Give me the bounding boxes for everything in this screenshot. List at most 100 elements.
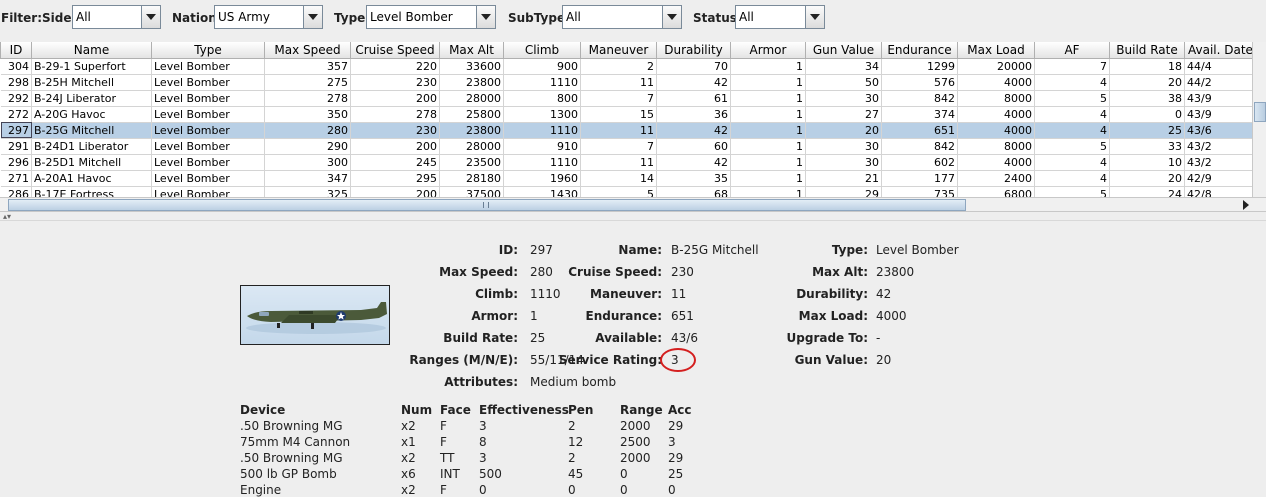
table-cell[interactable]: 295 <box>351 170 440 186</box>
side-dropdown[interactable]: All <box>72 5 161 29</box>
table-cell[interactable]: 1 <box>731 90 806 106</box>
table-cell[interactable]: 1 <box>731 170 806 186</box>
table-cell[interactable]: 297 <box>1 122 32 138</box>
table-cell[interactable]: 7 <box>581 138 657 154</box>
table-cell[interactable]: 42 <box>657 74 731 90</box>
table-cell[interactable]: B-25G Mitchell <box>32 122 152 138</box>
table-cell[interactable]: 910 <box>504 138 581 154</box>
table-cell[interactable]: 5 <box>1035 90 1110 106</box>
table-cell[interactable]: Level Bomber <box>152 122 265 138</box>
table-cell[interactable]: 275 <box>265 74 351 90</box>
table-cell[interactable]: 30 <box>806 90 882 106</box>
table-cell[interactable]: 651 <box>882 122 958 138</box>
status-dropdown[interactable]: All <box>735 5 825 29</box>
table-cell[interactable]: 200 <box>351 90 440 106</box>
table-cell[interactable]: Level Bomber <box>152 106 265 122</box>
table-cell[interactable]: 8000 <box>958 138 1035 154</box>
column-header[interactable]: Armor <box>731 42 806 58</box>
table-row[interactable]: 271A-20A1 HavocLevel Bomber3472952818019… <box>1 170 1266 186</box>
table-cell[interactable]: 4 <box>1035 106 1110 122</box>
table-cell[interactable]: 177 <box>882 170 958 186</box>
table-cell[interactable]: 278 <box>265 90 351 106</box>
table-cell[interactable]: Level Bomber <box>152 58 265 74</box>
table-cell[interactable]: 21 <box>806 170 882 186</box>
table-cell[interactable]: 290 <box>265 138 351 154</box>
column-header[interactable]: Maneuver <box>581 42 657 58</box>
table-row[interactable]: 297B-25G MitchellLevel Bomber28023023800… <box>1 122 1266 138</box>
table-cell[interactable]: 357 <box>265 58 351 74</box>
table-cell[interactable]: 1 <box>731 154 806 170</box>
column-header[interactable]: ID <box>1 42 32 58</box>
table-cell[interactable]: 4 <box>1035 170 1110 186</box>
table-cell[interactable]: 43/2 <box>1185 138 1261 154</box>
table-cell[interactable]: 2 <box>581 58 657 74</box>
chevron-down-icon[interactable] <box>141 6 160 28</box>
table-cell[interactable]: 280 <box>265 122 351 138</box>
table-cell[interactable]: 42 <box>657 122 731 138</box>
table-cell[interactable]: 4000 <box>958 122 1035 138</box>
horizontal-scroll-thumb[interactable] <box>8 199 966 211</box>
table-cell[interactable]: 10 <box>1110 154 1185 170</box>
table-cell[interactable]: 296 <box>1 154 32 170</box>
table-cell[interactable]: 1960 <box>504 170 581 186</box>
table-cell[interactable]: 800 <box>504 90 581 106</box>
column-header[interactable]: Climb <box>504 42 581 58</box>
table-cell[interactable]: 11 <box>581 122 657 138</box>
table-cell[interactable]: 27 <box>806 106 882 122</box>
table-cell[interactable]: 200 <box>351 138 440 154</box>
scroll-right-icon[interactable] <box>1240 199 1252 211</box>
table-cell[interactable]: 304 <box>1 58 32 74</box>
column-header[interactable]: Type <box>152 42 265 58</box>
table-cell[interactable]: 291 <box>1 138 32 154</box>
table-cell[interactable]: 1299 <box>882 58 958 74</box>
table-cell[interactable]: A-20A1 Havoc <box>32 170 152 186</box>
table-cell[interactable]: 278 <box>351 106 440 122</box>
table-cell[interactable]: B-29-1 Superfort <box>32 58 152 74</box>
table-cell[interactable]: 20000 <box>958 58 1035 74</box>
table-row[interactable]: 272A-20G HavocLevel Bomber35027825800130… <box>1 106 1266 122</box>
column-header[interactable]: Max Speed <box>265 42 351 58</box>
table-cell[interactable]: 28000 <box>440 138 504 154</box>
table-cell[interactable]: 2400 <box>958 170 1035 186</box>
collapse-arrows-icon[interactable]: ▴▾ <box>3 213 11 221</box>
table-cell[interactable]: 23800 <box>440 122 504 138</box>
table-cell[interactable]: 44/4 <box>1185 58 1261 74</box>
table-cell[interactable]: 292 <box>1 90 32 106</box>
table-cell[interactable]: 35 <box>657 170 731 186</box>
table-cell[interactable]: 347 <box>265 170 351 186</box>
table-cell[interactable]: 28000 <box>440 90 504 106</box>
type-dropdown[interactable]: Level Bomber <box>366 5 496 29</box>
column-header[interactable]: AF <box>1035 42 1110 58</box>
table-cell[interactable]: 4 <box>1035 122 1110 138</box>
table-cell[interactable]: 1 <box>731 138 806 154</box>
column-header[interactable]: Avail. Date <box>1185 42 1261 58</box>
table-cell[interactable]: 20 <box>806 122 882 138</box>
table-cell[interactable]: 220 <box>351 58 440 74</box>
table-cell[interactable]: 0 <box>1110 106 1185 122</box>
table-cell[interactable]: 50 <box>806 74 882 90</box>
table-cell[interactable]: 28180 <box>440 170 504 186</box>
split-divider[interactable]: ▴▾ <box>0 211 1266 221</box>
table-row[interactable]: 291B-24D1 LiberatorLevel Bomber290200280… <box>1 138 1266 154</box>
table-cell[interactable]: 30 <box>806 154 882 170</box>
table-row[interactable]: 296B-25D1 MitchellLevel Bomber3002452350… <box>1 154 1266 170</box>
table-cell[interactable]: Level Bomber <box>152 170 265 186</box>
table-cell[interactable]: 1 <box>731 122 806 138</box>
table-cell[interactable]: 44/2 <box>1185 74 1261 90</box>
table-cell[interactable]: 34 <box>806 58 882 74</box>
table-cell[interactable]: 5 <box>1035 138 1110 154</box>
table-cell[interactable]: 61 <box>657 90 731 106</box>
table-cell[interactable]: 70 <box>657 58 731 74</box>
table-cell[interactable]: 43/2 <box>1185 154 1261 170</box>
table-cell[interactable]: 43/9 <box>1185 106 1261 122</box>
table-cell[interactable]: 36 <box>657 106 731 122</box>
table-cell[interactable]: B-25H Mitchell <box>32 74 152 90</box>
table-cell[interactable]: 272 <box>1 106 32 122</box>
table-cell[interactable]: 1 <box>731 74 806 90</box>
table-cell[interactable]: Level Bomber <box>152 74 265 90</box>
table-cell[interactable]: 350 <box>265 106 351 122</box>
table-cell[interactable]: 1110 <box>504 122 581 138</box>
table-cell[interactable]: 230 <box>351 74 440 90</box>
table-cell[interactable]: 900 <box>504 58 581 74</box>
table-cell[interactable]: 38 <box>1110 90 1185 106</box>
